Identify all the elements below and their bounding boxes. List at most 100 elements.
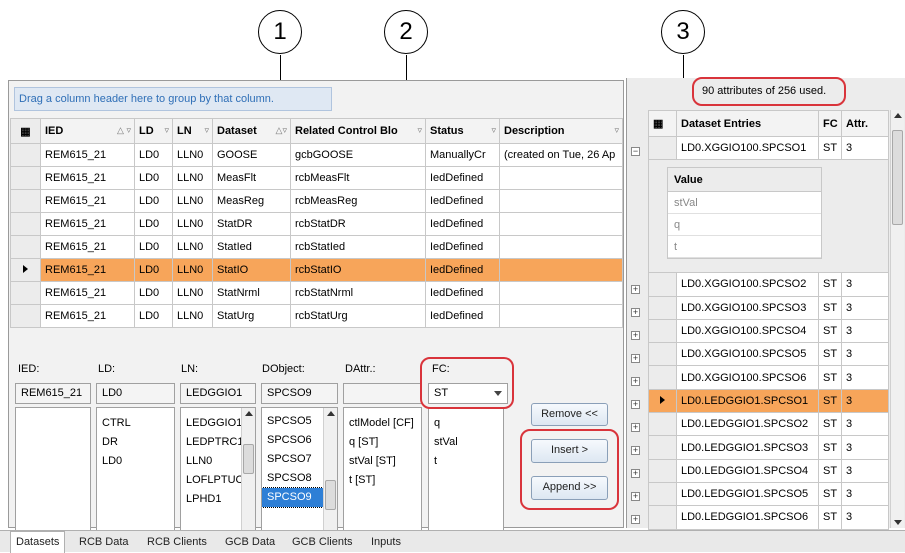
cell-description[interactable]	[499, 235, 623, 259]
row-indicator[interactable]	[10, 304, 41, 328]
cell-attr[interactable]: 3	[841, 272, 889, 297]
collapse-icon[interactable]: −	[631, 147, 640, 156]
cell-status[interactable]: IedDefined	[425, 189, 500, 213]
cell-related-control-block[interactable]: rcbStatDR	[290, 212, 426, 236]
expand-icon[interactable]: +	[631, 446, 640, 455]
cell-attr[interactable]: 3	[841, 481, 889, 507]
scroll-thumb[interactable]	[325, 480, 336, 510]
cell-fc[interactable]: ST	[818, 135, 842, 161]
cell-dataset[interactable]: MeasFlt	[212, 166, 291, 190]
tab-gcb-data[interactable]: GCB Data	[220, 533, 280, 551]
scroll-up-icon[interactable]	[245, 411, 253, 416]
cell-ied[interactable]: REM615_21	[40, 166, 135, 190]
cell-fc[interactable]: ST	[818, 388, 842, 414]
scroll-thumb[interactable]	[892, 130, 903, 225]
cell-description[interactable]	[499, 304, 623, 328]
cell-ln[interactable]: LLN0	[172, 258, 213, 282]
cell-ied[interactable]: REM615_21	[40, 258, 135, 282]
dataset-row[interactable]: REM615_21 LD0 LLN0 StatIed rcbStatIed IedDefi…	[10, 235, 623, 259]
row-indicator[interactable]	[648, 435, 677, 460]
cell-related-control-block[interactable]: gcbGOOSE	[290, 143, 426, 167]
cell-entry[interactable]: LD0.XGGIO100.SPCSO5	[676, 342, 819, 367]
tab-gcb-clients[interactable]: GCB Clients	[287, 533, 358, 551]
expand-icon[interactable]: +	[631, 354, 640, 363]
entry-row[interactable]: LD0.LEDGGIO1.SPCSO4 ST 3	[648, 458, 889, 483]
column-header-description[interactable]: Description ▿	[499, 118, 623, 144]
dobject-field[interactable]: SPCSO9	[261, 383, 338, 404]
list-item[interactable]: t [ST]	[344, 471, 421, 490]
entry-row[interactable]: LD0.XGGIO100.SPCSO1 ST 3	[648, 135, 889, 161]
column-header-ied[interactable]: IED △ ▿	[40, 118, 135, 144]
cell-dataset[interactable]: StatIed	[212, 235, 291, 259]
filter-icon[interactable]: ▿	[614, 125, 619, 136]
row-indicator[interactable]	[648, 342, 677, 367]
list-item[interactable]: LD0	[97, 452, 174, 471]
list-item[interactable]: q	[429, 414, 503, 433]
cell-ld[interactable]: LD0	[134, 235, 173, 259]
cell-status[interactable]: IedDefined	[425, 235, 500, 259]
cell-ln[interactable]: LLN0	[172, 166, 213, 190]
cell-attr[interactable]: 3	[841, 318, 889, 344]
cell-attr[interactable]: 3	[841, 365, 889, 390]
filter-icon[interactable]: ▿	[417, 125, 422, 136]
cell-ied[interactable]: REM615_21	[40, 304, 135, 328]
cell-related-control-block[interactable]: rcbMeasReg	[290, 189, 426, 213]
cell-entry[interactable]: LD0.LEDGGIO1.SPCSO6	[676, 505, 819, 530]
entry-row[interactable]: LD0.LEDGGIO1.SPCSO5 ST 3	[648, 481, 889, 507]
cell-dataset[interactable]: StatIO	[212, 258, 291, 282]
entry-row[interactable]: LD0.XGGIO100.SPCSO4 ST 3	[648, 318, 889, 344]
ied-field[interactable]: REM615_21	[15, 383, 91, 404]
entry-row[interactable]: LD0.LEDGGIO1.SPCSO3 ST 3	[648, 435, 889, 460]
filter-icon[interactable]: ▿	[164, 125, 169, 136]
cell-ln[interactable]: LLN0	[172, 212, 213, 236]
row-indicator[interactable]	[10, 281, 41, 305]
expand-icon[interactable]: +	[631, 331, 640, 340]
column-header-attr[interactable]: Attr.	[841, 110, 889, 137]
row-indicator[interactable]	[648, 458, 677, 483]
row-indicator[interactable]	[648, 412, 677, 437]
dobject-list-scrollbar[interactable]	[323, 408, 337, 538]
fc-attribute-list[interactable]: q stVal t	[428, 407, 504, 539]
cell-fc[interactable]: ST	[818, 295, 842, 320]
cell-dataset[interactable]: StatDR	[212, 212, 291, 236]
entry-row[interactable]: LD0.XGGIO100.SPCSO2 ST 3	[648, 272, 889, 297]
row-indicator[interactable]	[10, 235, 41, 259]
scroll-up-icon[interactable]	[894, 113, 902, 118]
cell-status[interactable]: IedDefined	[425, 304, 500, 328]
group-by-panel[interactable]: Drag a column header here to group by th…	[14, 87, 332, 111]
cell-fc[interactable]: ST	[818, 272, 842, 297]
entry-row[interactable]: LD0.XGGIO100.SPCSO6 ST 3	[648, 365, 889, 390]
filter-icon[interactable]: ▿	[204, 125, 209, 136]
tab-rcb-data[interactable]: RCB Data	[74, 533, 134, 551]
expand-icon[interactable]: +	[631, 308, 640, 317]
cell-description[interactable]	[499, 166, 623, 190]
cell-description[interactable]	[499, 258, 623, 282]
entry-row[interactable]: LD0.LEDGGIO1.SPCSO2 ST 3	[648, 412, 889, 437]
ln-list[interactable]: LEDGGIO1 LEDPTRC1 LLN0 LOFLPTUC LPHD1	[180, 407, 256, 539]
cell-ied[interactable]: REM615_21	[40, 281, 135, 305]
filter-icon[interactable]: △▿	[276, 125, 287, 136]
cell-fc[interactable]: ST	[818, 412, 842, 437]
expand-icon[interactable]: +	[631, 469, 640, 478]
row-indicator[interactable]	[648, 295, 677, 320]
cell-entry[interactable]: LD0.LEDGGIO1.SPCSO3	[676, 435, 819, 460]
dataset-row[interactable]: REM615_21 LD0 LLN0 StatIO rcbStatIO IedDefine…	[10, 258, 623, 282]
dataset-row[interactable]: REM615_21 LD0 LLN0 GOOSE gcbGOOSE ManuallyCr(…	[10, 143, 623, 167]
expand-icon[interactable]: +	[631, 285, 640, 294]
cell-status[interactable]: IedDefined	[425, 258, 500, 282]
cell-dataset[interactable]: MeasReg	[212, 189, 291, 213]
expand-icon[interactable]: +	[631, 515, 640, 524]
cell-ld[interactable]: LD0	[134, 166, 173, 190]
remove-button[interactable]: Remove <<	[531, 403, 608, 426]
row-indicator[interactable]	[10, 143, 41, 167]
cell-entry[interactable]: LD0.LEDGGIO1.SPCSO1	[676, 388, 819, 414]
cell-fc[interactable]: ST	[818, 318, 842, 344]
filter-icon[interactable]: △ ▿	[117, 125, 131, 136]
cell-ied[interactable]: REM615_21	[40, 143, 135, 167]
row-indicator[interactable]	[10, 189, 41, 213]
expand-icon[interactable]: +	[631, 400, 640, 409]
cell-attr[interactable]: 3	[841, 505, 889, 530]
entry-row[interactable]: LD0.LEDGGIO1.SPCSO1 ST 3	[648, 388, 889, 414]
list-item[interactable]: stVal	[429, 433, 503, 452]
list-item[interactable]: t	[429, 452, 503, 471]
